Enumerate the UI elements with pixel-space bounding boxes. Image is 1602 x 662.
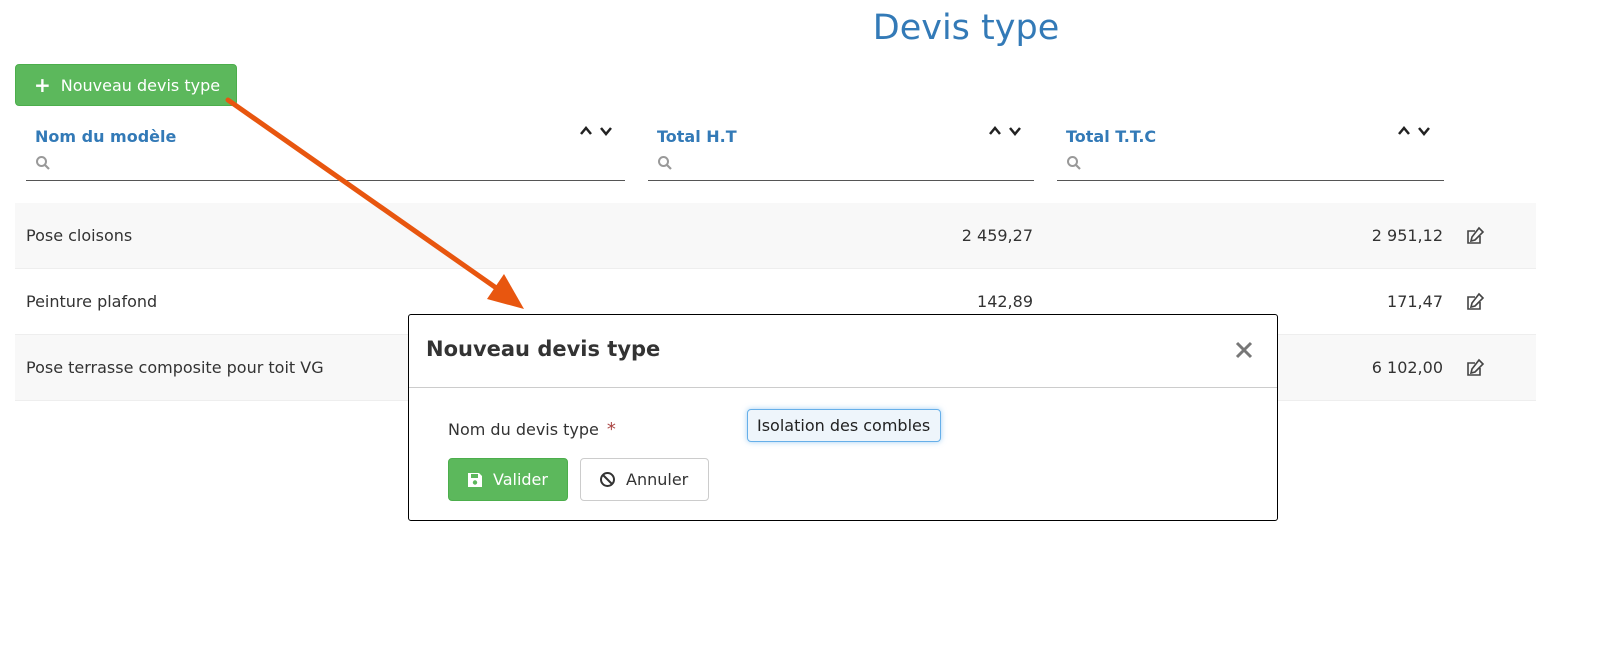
sort-ascending-icon[interactable] [579,124,593,138]
cancel-label: Annuler [626,470,689,489]
edit-icon[interactable] [1466,358,1485,377]
field-label-text: Nom du devis type [448,420,599,439]
filter-name [26,152,625,181]
search-input-name[interactable] [56,152,620,180]
column-header-ht: Total H.T [648,122,1034,182]
sort-ascending-icon[interactable] [988,124,1002,138]
row-total-ht: 2 459,27 [961,226,1033,245]
search-icon [1067,156,1081,170]
column-header-name: Nom du modèle [26,122,625,182]
devis-name-input[interactable] [747,409,941,442]
search-icon [658,156,672,170]
close-icon[interactable] [1233,339,1255,361]
search-input-ht[interactable] [678,152,1032,180]
sort-descending-icon[interactable] [599,124,613,138]
row-total-ttc: 171,47 [1387,292,1443,311]
sort-controls [988,124,1022,138]
edit-icon[interactable] [1466,292,1485,311]
row-total-ttc: 2 951,12 [1371,226,1443,245]
modal-title: Nouveau devis type [426,337,661,361]
page-title: Devis type [872,8,1060,48]
sort-descending-icon[interactable] [1008,124,1022,138]
column-header-ttc: Total T.T.C [1057,122,1444,182]
new-devis-type-button[interactable]: + Nouveau devis type [15,64,237,106]
sort-descending-icon[interactable] [1417,124,1431,138]
column-label-ttc[interactable]: Total T.T.C [1066,127,1156,146]
search-input-ttc[interactable] [1087,152,1441,180]
cancel-button[interactable]: Annuler [580,458,709,501]
table-row[interactable]: Pose cloisons 2 459,27 2 951,12 [15,203,1536,269]
modal-header: Nouveau devis type [409,315,1277,388]
save-icon [468,472,482,487]
row-total-ttc: 6 102,00 [1371,358,1443,377]
new-devis-type-modal: Nouveau devis type Nom du devis type * Va… [408,314,1278,521]
column-label-ht[interactable]: Total H.T [657,127,737,146]
search-icon [36,156,50,170]
edit-icon[interactable] [1466,226,1485,245]
row-name: Peinture plafond [26,292,158,311]
plus-icon: + [34,73,51,97]
required-marker: * [606,419,616,440]
sort-ascending-icon[interactable] [1397,124,1411,138]
field-label: Nom du devis type * [448,419,616,440]
row-name: Pose terrasse composite pour toit VG [26,358,324,377]
filter-ht [648,152,1034,181]
row-name: Pose cloisons [26,226,133,245]
filter-ttc [1057,152,1444,181]
sort-controls [1397,124,1431,138]
new-devis-type-label: Nouveau devis type [60,75,221,95]
save-button[interactable]: Valider [448,458,568,501]
column-label-name[interactable]: Nom du modèle [35,127,176,146]
sort-controls [579,124,613,138]
ban-icon [600,472,615,487]
save-label: Valider [493,470,548,489]
